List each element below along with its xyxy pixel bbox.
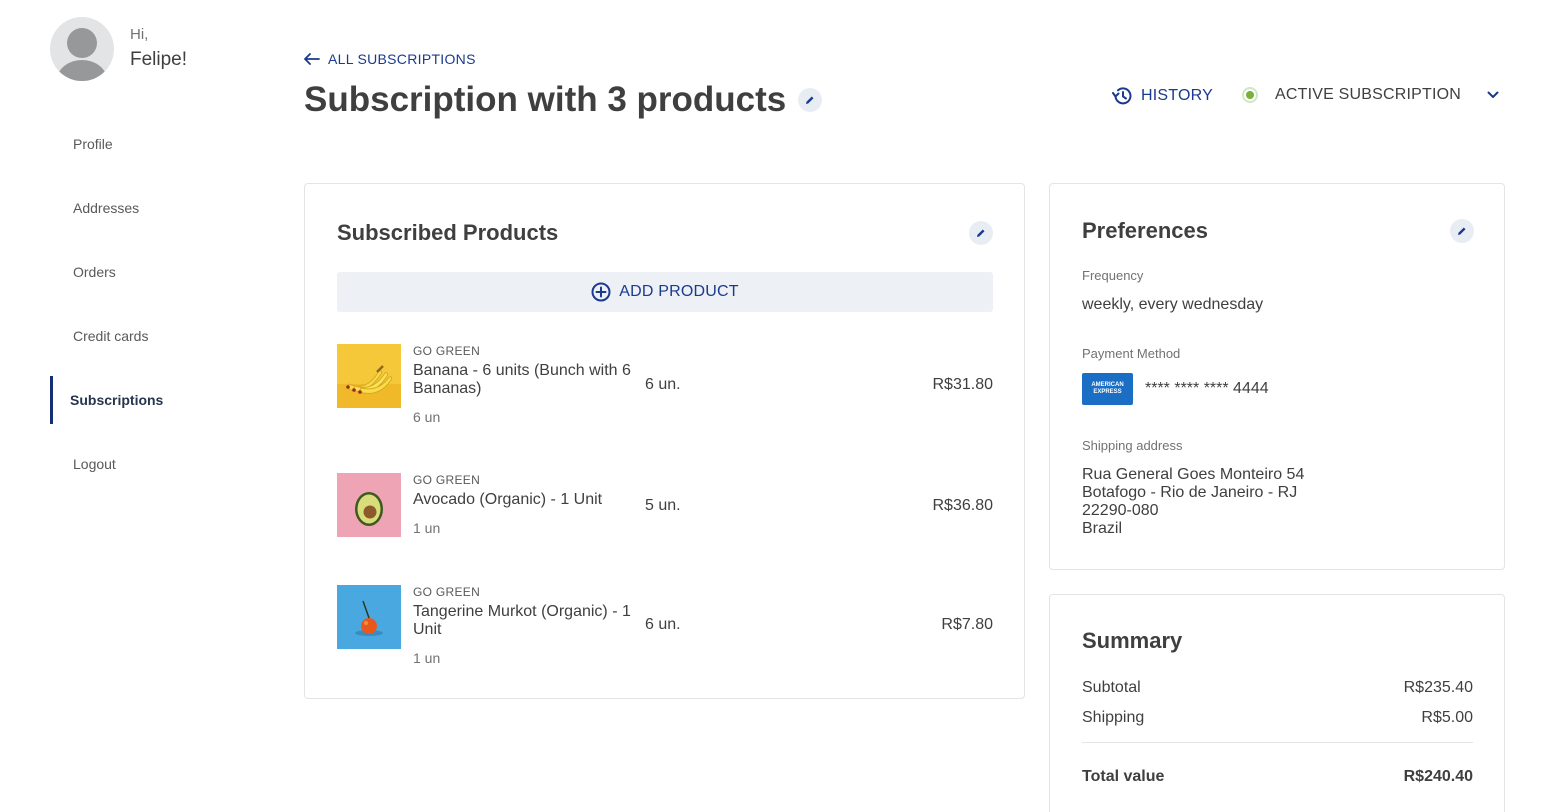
sidebar-item-subscriptions[interactable]: Subscriptions (50, 376, 260, 424)
status-label: ACTIVE SUBSCRIPTION (1275, 86, 1462, 103)
sidebar-nav: Profile Addresses Orders Credit cards Su… (50, 120, 260, 504)
sidebar-item-addresses[interactable]: Addresses (50, 184, 260, 232)
history-button[interactable]: HISTORY (1112, 86, 1213, 106)
edit-preferences-button[interactable] (1450, 219, 1474, 243)
add-product-button[interactable]: ADD PRODUCT (337, 272, 993, 312)
subscription-name: Subscription with 3 products (304, 80, 787, 119)
shipping-label: Shipping (1082, 709, 1145, 726)
shipping-row: Shipping R$5.00 (1082, 709, 1473, 727)
avatar (50, 17, 114, 81)
card-number: **** **** **** 4444 (1145, 380, 1269, 397)
product-price: R$36.80 (932, 497, 994, 514)
pencil-icon (806, 96, 814, 104)
address-line-2: Botafogo - Rio de Janeiro - RJ (1082, 484, 1298, 501)
product-image-avocado (337, 473, 401, 537)
status-dot-icon (1242, 87, 1258, 103)
product-name: Tangerine Murkot (Organic) - 1 Unit (413, 603, 631, 638)
product-price: R$31.80 (932, 376, 994, 393)
sidebar-item-orders[interactable]: Orders (50, 248, 260, 296)
chevron-down-icon (1487, 91, 1499, 98)
edit-products-button[interactable] (969, 221, 993, 245)
pencil-icon (1458, 227, 1466, 235)
subtotal-value: R$235.40 (1403, 679, 1473, 696)
product-quantity: 6 un. (645, 616, 681, 633)
greeting-text: Hi, (130, 26, 149, 43)
user-greeting: Hi, Felipe! (50, 17, 187, 81)
shipping-value: R$5.00 (1421, 709, 1473, 726)
amex-card-logo: AMERICAN EXPRESS (1082, 373, 1133, 405)
history-label: HISTORY (1141, 87, 1213, 104)
total-label: Total value (1082, 768, 1165, 785)
subtotal-label: Subtotal (1082, 679, 1141, 696)
product-image-banana (337, 344, 401, 408)
shipping-address-label: Shipping address (1082, 438, 1183, 453)
summary-divider (1082, 742, 1473, 743)
product-quantity: 6 un. (645, 376, 681, 393)
summary-title: Summary (1082, 628, 1183, 653)
product-name: Avocado (Organic) - 1 Unit (413, 491, 603, 508)
product-item: GO GREEN Banana - 6 units (Bunch with 6 … (337, 344, 994, 425)
product-unit: 6 un (413, 409, 441, 425)
sidebar-item-logout[interactable]: Logout (50, 440, 260, 488)
address-line-4: Brazil (1082, 520, 1123, 537)
total-row: Total value R$240.40 (1082, 768, 1473, 786)
frequency-value: weekly, every wednesday (1082, 296, 1264, 313)
product-brand: GO GREEN (413, 344, 481, 358)
sidebar-item-credit-cards[interactable]: Credit cards (50, 312, 260, 360)
total-value: R$240.40 (1403, 768, 1473, 785)
summary-card: Summary Subtotal R$235.40 Shipping R$5.0… (1049, 594, 1505, 812)
product-unit: 1 un (413, 520, 441, 536)
product-price: R$7.80 (941, 616, 993, 633)
preferences-title: Preferences (1082, 218, 1208, 243)
arrow-left-icon (304, 53, 320, 65)
payment-method-label: Payment Method (1082, 346, 1181, 361)
subscribed-products-card: Subscribed Products ADD PRODUCT GO GREEN… (304, 183, 1025, 699)
edit-subscription-name-button[interactable] (798, 88, 823, 112)
product-item: GO GREEN Tangerine Murkot (Organic) - 1 … (337, 585, 993, 666)
all-subscriptions-link[interactable]: ALL SUBSCRIPTIONS (304, 51, 476, 67)
address-line-1: Rua General Goes Monteiro 54 (1082, 466, 1305, 483)
add-product-label: ADD PRODUCT (619, 283, 739, 300)
product-item: GO GREEN Avocado (Organic) - 1 Unit 1 un… (337, 473, 993, 537)
subtotal-row: Subtotal R$235.40 (1082, 679, 1473, 697)
sidebar-item-profile[interactable]: Profile (50, 120, 260, 168)
plus-circle-icon (591, 282, 611, 302)
product-name: Banana - 6 units (Bunch with 6 Bananas) (413, 362, 631, 397)
user-name: Felipe! (130, 49, 188, 70)
product-unit: 1 un (413, 650, 441, 666)
subscription-status-dropdown[interactable]: ACTIVE SUBSCRIPTION (1242, 86, 1499, 104)
product-brand: GO GREEN (413, 473, 481, 487)
pencil-icon (977, 229, 985, 237)
subscribed-products-title: Subscribed Products (337, 220, 559, 245)
frequency-label: Frequency (1082, 268, 1144, 283)
product-brand: GO GREEN (413, 585, 481, 599)
address-line-3: 22290-080 (1082, 502, 1159, 519)
page-title: Subscription with 3 products (304, 79, 823, 121)
sidebar: Hi, Felipe! Profile Addresses Orders Cre… (0, 0, 260, 812)
product-image-tangerine (337, 585, 401, 649)
product-quantity: 5 un. (645, 497, 681, 514)
all-subscriptions-label: ALL SUBSCRIPTIONS (328, 51, 476, 67)
history-icon (1112, 87, 1132, 105)
preferences-card: Preferences Frequency weekly, every wedn… (1049, 183, 1505, 570)
